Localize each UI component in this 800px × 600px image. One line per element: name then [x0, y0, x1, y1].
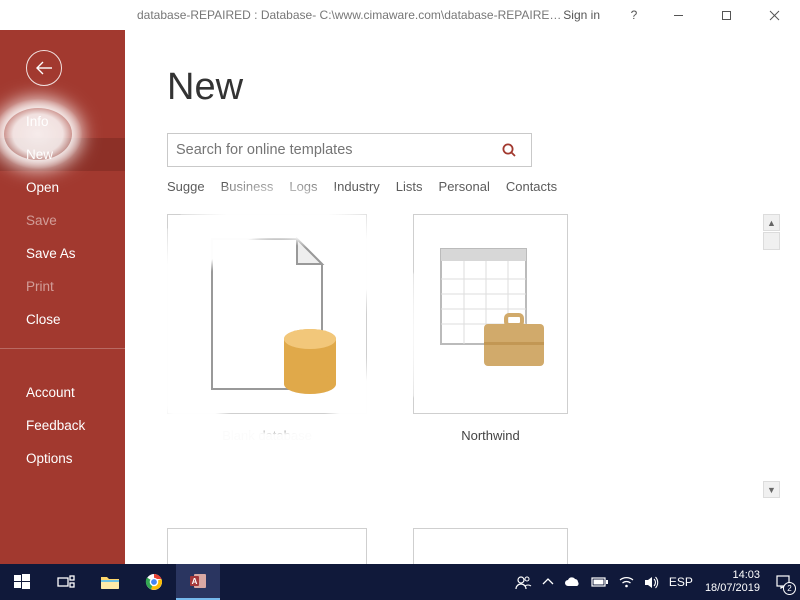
- search-input[interactable]: [176, 142, 495, 158]
- close-button[interactable]: [752, 1, 796, 29]
- minimize-icon: [673, 10, 684, 21]
- sidebar-item-options[interactable]: Options: [0, 442, 125, 475]
- chevron-up-icon: [542, 578, 554, 586]
- suggestion-link[interactable]: Industry: [334, 179, 380, 194]
- tray-wifi-icon[interactable]: [619, 576, 634, 588]
- start-button[interactable]: [0, 564, 44, 600]
- suggestion-link[interactable]: Logs: [289, 179, 317, 194]
- suggestion-link[interactable]: Lists: [396, 179, 423, 194]
- maximize-icon: [721, 10, 732, 21]
- tray-people-icon[interactable]: [515, 575, 532, 590]
- tray-battery-icon[interactable]: [591, 577, 609, 587]
- taskbar-explorer[interactable]: [88, 564, 132, 600]
- maximize-button[interactable]: [704, 1, 748, 29]
- windows-icon: [14, 574, 30, 590]
- title-bar: database-REPAIRED : Database- C:\www.cim…: [0, 0, 800, 30]
- people-icon: [515, 575, 532, 590]
- suggestion-link[interactable]: Contacts: [506, 179, 557, 194]
- back-arrow-icon: [34, 61, 54, 75]
- battery-icon: [591, 577, 609, 587]
- help-button[interactable]: ?: [622, 8, 646, 22]
- template-preview: [167, 214, 367, 414]
- backstage-sidebar: Info New Open Save Save As Print Close A…: [0, 30, 125, 564]
- blank-database-icon: [192, 229, 342, 399]
- sidebar-item-account[interactable]: Account: [0, 376, 125, 409]
- wifi-icon: [619, 576, 634, 588]
- template-preview: [413, 214, 568, 414]
- clock-time: 14:03: [732, 569, 760, 582]
- template-blank-database[interactable]: Blank database: [167, 214, 367, 488]
- northwind-icon: [426, 239, 556, 389]
- template-search-box[interactable]: [167, 133, 532, 167]
- task-view-button[interactable]: [44, 564, 88, 600]
- page-title: New: [167, 66, 780, 109]
- sidebar-item-save-as[interactable]: Save As: [0, 237, 125, 270]
- suggested-searches: Sugge Business Logs Industry Lists Perso…: [167, 179, 780, 194]
- task-view-icon: [57, 575, 75, 589]
- cloud-icon: [564, 577, 581, 588]
- template-northwind[interactable]: Northwind: [413, 214, 568, 488]
- sidebar-item-open[interactable]: Open: [0, 171, 125, 204]
- close-icon: [769, 10, 780, 21]
- sidebar-item-close[interactable]: Close: [0, 303, 125, 336]
- content-area: New Sugge Business Logs Industry: [125, 30, 800, 564]
- tray-volume-icon[interactable]: [644, 576, 659, 589]
- tray-language[interactable]: ESP: [669, 575, 693, 589]
- search-button[interactable]: [495, 142, 523, 158]
- template-label: Northwind: [461, 428, 520, 443]
- template-preview-partial[interactable]: [413, 528, 568, 564]
- template-preview-partial[interactable]: [167, 528, 367, 564]
- tray-onedrive-icon[interactable]: [564, 577, 581, 588]
- tray-up-arrow[interactable]: [542, 578, 554, 586]
- taskbar-access[interactable]: A: [176, 564, 220, 600]
- suggested-label: Sugge: [167, 179, 205, 194]
- sign-in-link[interactable]: Sign in: [563, 8, 600, 22]
- suggestion-link[interactable]: Personal: [439, 179, 490, 194]
- taskbar: A ESP 14:03 18/07/2019 2: [0, 564, 800, 600]
- sidebar-item-save: Save: [0, 204, 125, 237]
- template-scroll: ▲ ▼: [763, 214, 780, 498]
- sidebar-item-feedback[interactable]: Feedback: [0, 409, 125, 442]
- sidebar-item-new[interactable]: New: [0, 138, 125, 171]
- suggestion-link[interactable]: Business: [221, 179, 274, 194]
- sidebar-item-info[interactable]: Info: [0, 105, 125, 138]
- template-label: Blank database: [222, 428, 312, 443]
- tray-clock[interactable]: 14:03 18/07/2019: [703, 569, 762, 594]
- sidebar-item-print: Print: [0, 270, 125, 303]
- minimize-button[interactable]: [656, 1, 700, 29]
- clock-date: 18/07/2019: [705, 582, 760, 595]
- svg-text:A: A: [192, 577, 198, 586]
- template-row-partial: [167, 528, 780, 564]
- tray-notifications[interactable]: 2: [772, 571, 794, 593]
- scroll-up-button[interactable]: ▲: [763, 214, 780, 231]
- notification-badge: 2: [783, 582, 796, 595]
- back-button[interactable]: [26, 50, 62, 86]
- taskbar-chrome[interactable]: [132, 564, 176, 600]
- folder-icon: [100, 574, 120, 590]
- chrome-icon: [145, 573, 163, 591]
- search-icon: [501, 142, 517, 158]
- access-icon: A: [189, 572, 207, 590]
- scroll-down-button[interactable]: ▼: [763, 481, 780, 498]
- volume-icon: [644, 576, 659, 589]
- scroll-thumb[interactable]: [763, 232, 780, 250]
- window-title: database-REPAIRED : Database- C:\www.cim…: [129, 8, 563, 22]
- sidebar-divider: [0, 348, 125, 376]
